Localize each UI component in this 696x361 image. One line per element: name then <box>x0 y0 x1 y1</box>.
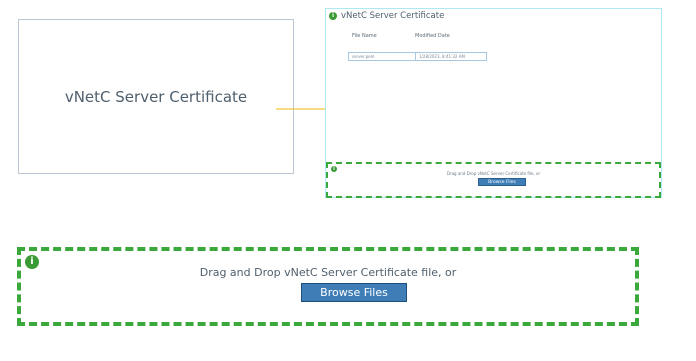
table-row[interactable]: server.pem 1/28/2023, 8:41:32 AM <box>348 52 487 61</box>
certificate-table: File Name Modified Date server.pem 1/28/… <box>348 31 487 61</box>
thumbnail-header: i vNetC Server Certificate <box>329 11 444 21</box>
column-file-name: File Name <box>352 33 377 39</box>
info-icon: i <box>329 12 337 20</box>
table-header-row: File Name Modified Date <box>348 31 487 41</box>
file-drop-zone[interactable]: i Drag and Drop vNetC Server Certificate… <box>17 247 639 326</box>
thumbnail-drop-zone[interactable]: i Drag and Drop vNetC Server Certificate… <box>326 162 661 198</box>
thumbnail-title: vNetC Server Certificate <box>341 11 445 21</box>
thumbnail-browse-button[interactable]: Browse Files <box>478 178 526 186</box>
certificate-thumbnail: i vNetC Server Certificate File Name Mod… <box>325 8 662 198</box>
certificate-panel: vNetC Server Certificate <box>18 19 294 174</box>
certificate-panel-title: vNetC Server Certificate <box>64 87 248 106</box>
browse-files-button[interactable]: Browse Files <box>301 283 407 302</box>
drop-zone-text: Drag and Drop vNetC Server Certificate f… <box>199 266 457 279</box>
thumbnail-drop-text: Drag and Drop vNetC Server Certificate f… <box>446 171 541 176</box>
cell-modified-date: 1/28/2023, 8:41:32 AM <box>416 52 487 61</box>
column-modified-date: Modified Date <box>415 33 450 39</box>
cell-file-name: server.pem <box>348 52 416 61</box>
